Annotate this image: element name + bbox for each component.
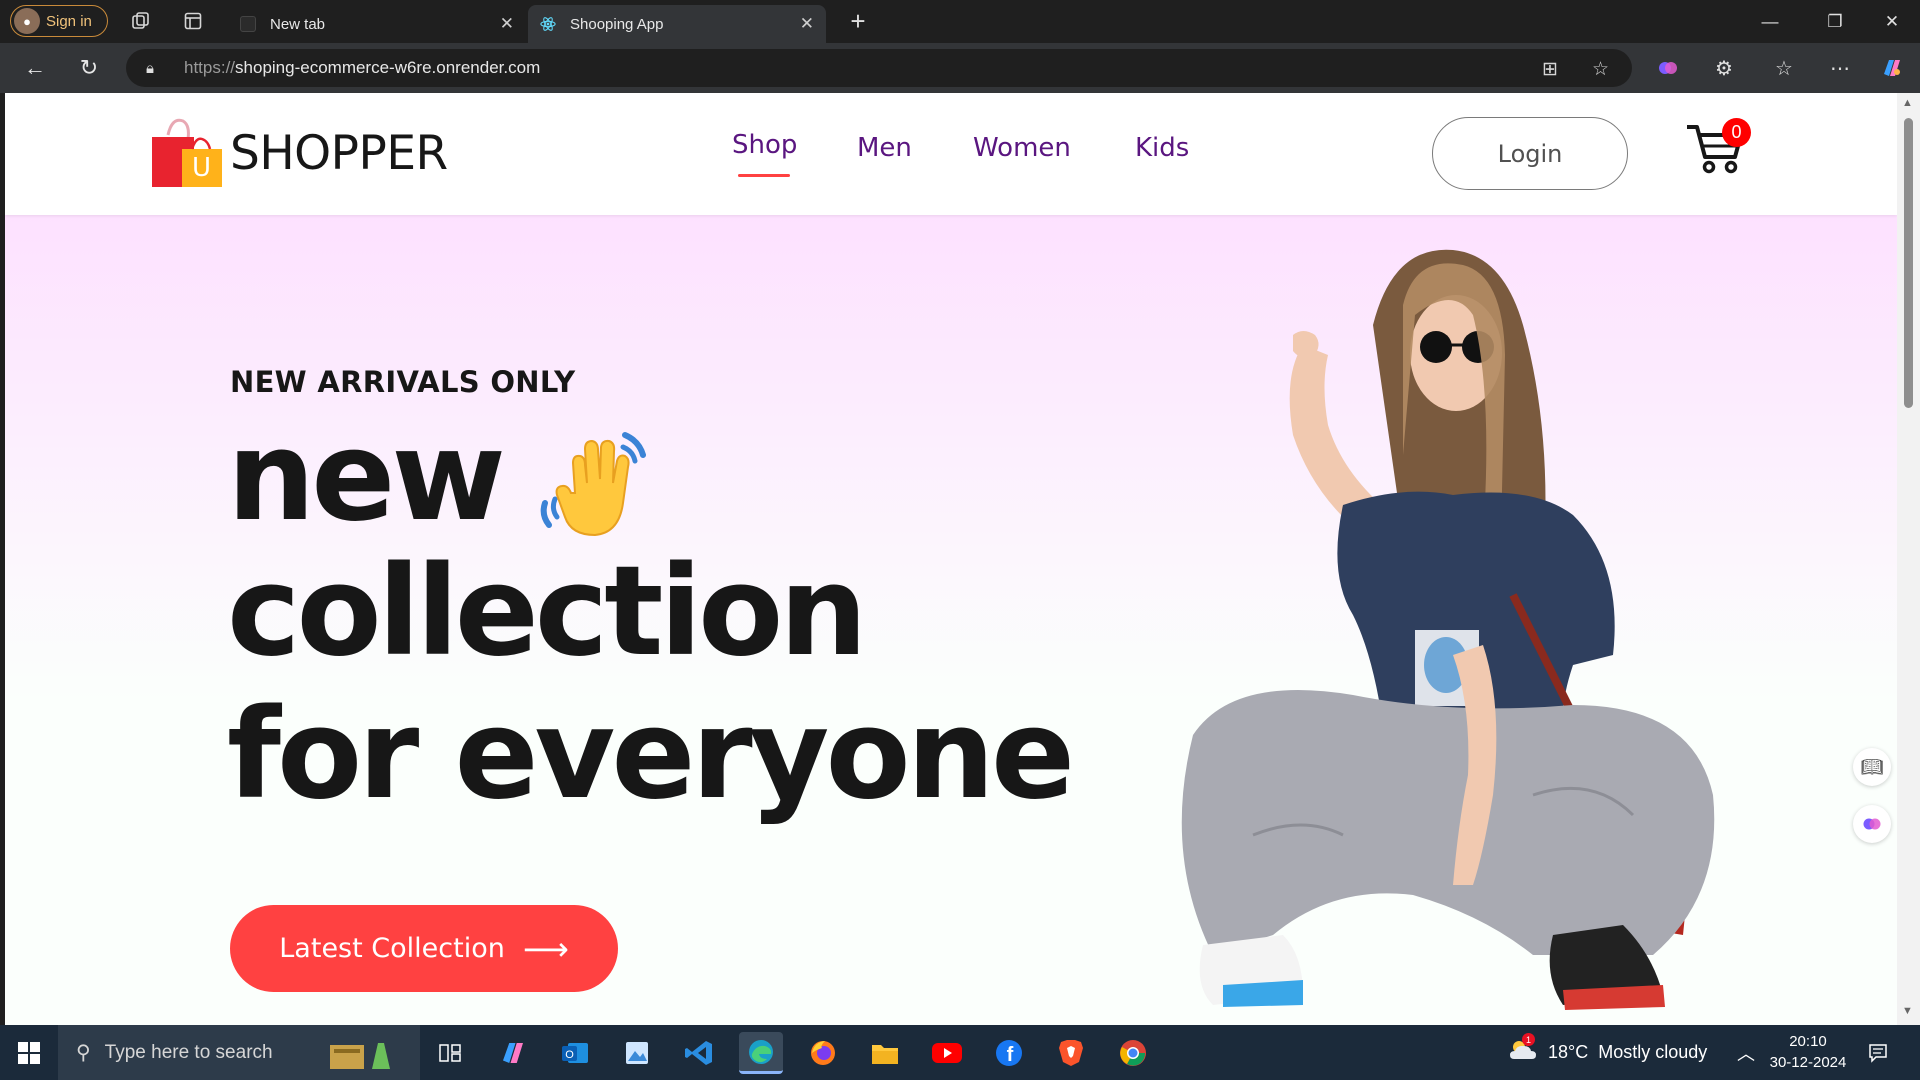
outlook-icon[interactable]: O xyxy=(553,1032,597,1074)
clock-time: 20:10 xyxy=(1789,1033,1827,1050)
windows-logo-icon xyxy=(18,1041,40,1064)
copilot-app-icon[interactable] xyxy=(491,1032,535,1074)
svg-text:O: O xyxy=(565,1049,574,1061)
brave-icon[interactable] xyxy=(1049,1032,1093,1074)
avatar: ● xyxy=(14,8,40,34)
nav-shop[interactable]: Shop xyxy=(732,130,797,177)
cloudy-weather-icon: 1 xyxy=(1508,1033,1538,1068)
arrow-right-icon: ⟶ xyxy=(522,929,569,968)
cta-label: Latest Collection xyxy=(279,933,505,964)
address-bar[interactable]: 🔒︎ https://shoping-ecommerce-w6re.onrend… xyxy=(126,49,1632,87)
browser-tab-bar: ● Sign in New tab ✕ Shooping App ✕ + — ❐… xyxy=(0,0,1920,43)
bag-letter: U xyxy=(192,153,212,183)
brand-logo[interactable]: U SHOPPER xyxy=(150,117,448,189)
start-button[interactable] xyxy=(0,1025,58,1080)
close-tab-icon[interactable]: ✕ xyxy=(500,14,514,34)
tab-title: Shooping App xyxy=(570,15,664,33)
latest-collection-button[interactable]: Latest Collection ⟶ xyxy=(230,905,618,992)
minimize-icon[interactable]: — xyxy=(1740,0,1800,43)
system-clock[interactable]: 20:10 30-12-2024 xyxy=(1758,1031,1858,1073)
vscode-icon[interactable] xyxy=(677,1032,721,1074)
scrollbar-thumb[interactable] xyxy=(1904,118,1913,408)
show-hidden-icons-chevron-icon[interactable]: ︿ xyxy=(1737,1025,1755,1080)
back-icon[interactable]: ← xyxy=(18,51,52,85)
workspaces-icon[interactable] xyxy=(128,8,154,34)
firefox-icon[interactable] xyxy=(801,1032,845,1074)
nav-men[interactable]: Men xyxy=(857,133,912,163)
url-text: https://shoping-ecommerce-w6re.onrender.… xyxy=(184,58,541,77)
weather-alert-badge: 1 xyxy=(1522,1033,1535,1046)
clock-date: 30-12-2024 xyxy=(1769,1054,1847,1071)
reload-icon[interactable]: ↻ xyxy=(72,51,106,85)
extensions-icon[interactable]: ⚙ xyxy=(1710,54,1738,82)
edge-browser-icon[interactable] xyxy=(739,1032,783,1074)
task-view-icon[interactable] xyxy=(428,1032,472,1074)
weather-widget[interactable]: 1 18°C Mostly cloudy xyxy=(1508,1025,1707,1080)
copilot-sidebar-icon[interactable] xyxy=(1853,805,1891,843)
search-highlight-icon xyxy=(328,1035,398,1077)
file-explorer-icon[interactable] xyxy=(863,1032,907,1074)
vertical-tabs-icon[interactable] xyxy=(180,8,206,34)
profile-signin-button[interactable]: ● Sign in xyxy=(10,5,108,37)
site-navbar: U SHOPPER Shop Men Women Kids Login 0 xyxy=(5,93,1897,215)
scroll-up-arrow-icon[interactable]: ▲ xyxy=(1902,97,1913,109)
more-menu-icon[interactable]: ⋯ xyxy=(1826,54,1854,82)
active-underline xyxy=(738,174,790,177)
youtube-icon[interactable] xyxy=(925,1032,969,1074)
favorite-star-icon[interactable]: ☆ xyxy=(1592,58,1609,81)
page-viewport: U SHOPPER Shop Men Women Kids Login 0 NE… xyxy=(5,93,1897,1025)
reading-view-icon[interactable]: 📖︎ xyxy=(1853,748,1891,786)
tab-shooping-app[interactable]: Shooping App ✕ xyxy=(528,5,826,43)
shopping-bag-logo-icon: U xyxy=(150,117,226,189)
restore-icon[interactable]: ❐ xyxy=(1805,0,1865,43)
search-icon: ⚲ xyxy=(76,1042,91,1064)
windows-taskbar: ⚲ Type here to search O f 1 18°C Mostly … xyxy=(0,1025,1920,1080)
weather-temp: 18°C xyxy=(1548,1042,1589,1062)
nav-kids[interactable]: Kids xyxy=(1135,133,1189,163)
new-tab-favicon-icon xyxy=(240,16,256,32)
lock-icon: 🔒︎ xyxy=(146,59,154,77)
photos-icon[interactable] xyxy=(615,1032,659,1074)
hero-title-line-1: new xyxy=(227,405,506,549)
hero-model-image xyxy=(1153,235,1773,1025)
chrome-icon[interactable] xyxy=(1111,1032,1155,1074)
page-scrollbar[interactable]: ▲ ▼ xyxy=(1897,93,1920,1025)
cart-count-badge: 0 xyxy=(1722,118,1751,147)
waving-hand-icon xyxy=(535,423,660,548)
signin-label: Sign in xyxy=(46,12,92,30)
search-placeholder: Type here to search xyxy=(104,1041,273,1063)
login-button[interactable]: Login xyxy=(1432,117,1628,190)
weather-text: Mostly cloudy xyxy=(1598,1042,1708,1062)
notifications-icon[interactable] xyxy=(1868,1025,1888,1080)
taskbar-search-box[interactable]: ⚲ Type here to search xyxy=(58,1025,420,1080)
hero-eyebrow: NEW ARRIVALS ONLY xyxy=(230,365,576,399)
nav-women[interactable]: Women xyxy=(973,133,1071,163)
favorites-icon[interactable]: ☆ xyxy=(1770,54,1798,82)
facebook-icon[interactable]: f xyxy=(987,1032,1031,1074)
tab-title: New tab xyxy=(270,15,326,33)
brand-name: SHOPPER xyxy=(230,125,448,181)
hero-title-line-2: collection xyxy=(227,540,868,684)
copilot-icon[interactable] xyxy=(1878,54,1906,82)
hero-title-line-3: for everyone xyxy=(227,683,1075,827)
close-tab-icon[interactable]: ✕ xyxy=(800,14,814,34)
app-available-icon[interactable]: ⊞ xyxy=(1542,58,1558,81)
new-tab-button[interactable]: + xyxy=(842,5,874,37)
react-favicon-icon xyxy=(540,16,556,32)
copilot-brain-icon[interactable] xyxy=(1654,54,1682,82)
hero-section: NEW ARRIVALS ONLY new collection for eve… xyxy=(5,215,1897,1025)
tab-new-tab[interactable]: New tab ✕ xyxy=(228,5,526,43)
scroll-down-arrow-icon[interactable]: ▼ xyxy=(1902,1005,1913,1017)
svg-text:f: f xyxy=(1007,1044,1014,1066)
close-window-icon[interactable]: ✕ xyxy=(1862,0,1920,43)
browser-toolbar: ← ↻ 🔒︎ https://shoping-ecommerce-w6re.on… xyxy=(0,43,1920,93)
